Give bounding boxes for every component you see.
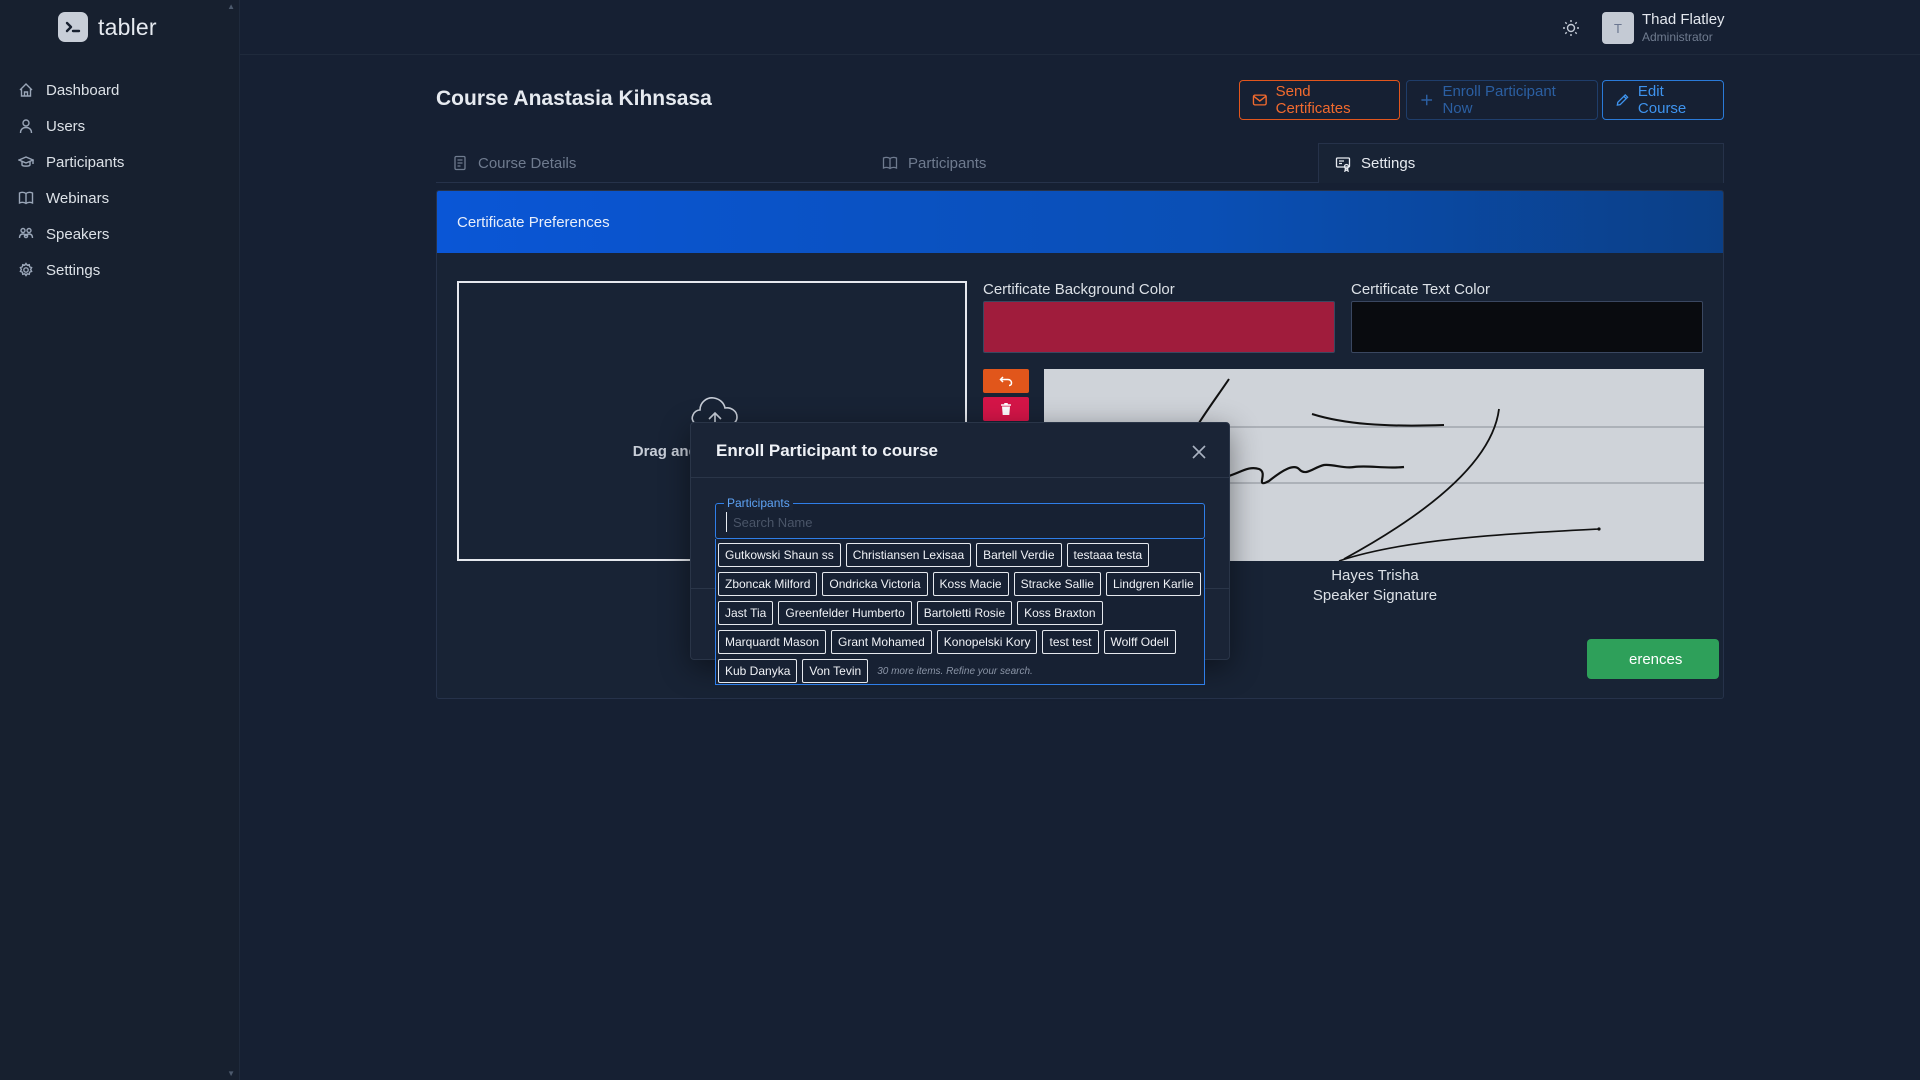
participant-option[interactable]: Jast Tia bbox=[718, 601, 774, 625]
more-items-note: 30 more items. Refine your search. bbox=[877, 665, 1033, 677]
sidebar-item-users[interactable]: Users bbox=[0, 108, 240, 144]
user-icon bbox=[19, 119, 33, 134]
pencil-icon bbox=[1616, 93, 1629, 106]
participant-option[interactable]: testaaa testa bbox=[1066, 543, 1150, 567]
participant-option[interactable]: Konopelski Kory bbox=[936, 630, 1038, 654]
participants-field-legend: Participants bbox=[724, 496, 793, 510]
brand-name: tabler bbox=[98, 13, 157, 40]
trash-icon bbox=[1001, 403, 1011, 415]
sidebar-item-label: Settings bbox=[46, 261, 101, 279]
enroll-participant-label: Enroll Participant Now bbox=[1442, 83, 1556, 117]
gear-icon bbox=[19, 262, 33, 277]
participant-option[interactable]: Marquardt Mason bbox=[718, 630, 827, 654]
sidebar-nav: Dashboard Users Participants Webinars Sp… bbox=[0, 72, 240, 288]
participant-option[interactable]: Gutkowski Shaun ss bbox=[718, 543, 841, 567]
sidebar-item-speakers[interactable]: Speakers bbox=[0, 216, 240, 252]
tab-label: Course Details bbox=[478, 154, 577, 172]
user-role: Administrator bbox=[1642, 30, 1713, 44]
avatar[interactable]: T bbox=[1602, 12, 1634, 44]
book-icon bbox=[18, 191, 34, 205]
background-color-label: Certificate Background Color bbox=[983, 281, 1175, 298]
participant-option[interactable]: Von Tevin bbox=[802, 659, 869, 683]
sidebar-item-webinars[interactable]: Webinars bbox=[0, 180, 240, 216]
edit-course-button[interactable]: Edit Course bbox=[1602, 80, 1724, 120]
user-name[interactable]: Thad Flatley bbox=[1642, 11, 1725, 28]
participant-options-dropdown: Gutkowski Shaun ss Christiansen Lexisaa … bbox=[715, 539, 1205, 685]
close-icon[interactable] bbox=[1190, 443, 1208, 461]
edit-course-label: Edit Course bbox=[1637, 83, 1687, 117]
text-color-picker[interactable] bbox=[1351, 301, 1703, 353]
enroll-participant-button[interactable]: Enroll Participant Now bbox=[1406, 80, 1598, 120]
send-certificates-button[interactable]: Send Certificates bbox=[1239, 80, 1400, 120]
terminal-logo-icon bbox=[58, 12, 88, 42]
participant-option[interactable]: Wolff Odell bbox=[1103, 630, 1176, 654]
page-title: Course Anastasia Kihnsasa bbox=[436, 87, 712, 110]
plus-icon bbox=[1421, 94, 1433, 106]
participant-option[interactable]: Christiansen Lexisaa bbox=[845, 543, 972, 567]
home-icon bbox=[19, 83, 33, 97]
mail-icon bbox=[1252, 94, 1267, 106]
tab-label: Participants bbox=[908, 154, 987, 172]
sidebar-item-label: Webinars bbox=[46, 189, 110, 207]
participant-option[interactable]: Kub Danyka bbox=[718, 659, 798, 683]
signature-undo-button[interactable] bbox=[983, 369, 1029, 393]
tab-settings[interactable]: Settings bbox=[1318, 143, 1724, 183]
scroll-up-arrow[interactable]: ▲ bbox=[227, 2, 235, 11]
topbar: T Thad Flatley Administrator bbox=[240, 0, 1920, 55]
participant-option[interactable]: Grant Mohamed bbox=[831, 630, 932, 654]
participant-option[interactable]: Ondricka Victoria bbox=[822, 572, 928, 596]
tab-participants[interactable]: Participants bbox=[866, 143, 1296, 183]
school-icon bbox=[18, 156, 34, 167]
brand[interactable]: tabler bbox=[58, 12, 157, 42]
sun-icon[interactable] bbox=[1561, 18, 1581, 38]
file-text-icon bbox=[454, 155, 466, 171]
participant-option[interactable]: Greenfelder Humberto bbox=[778, 601, 912, 625]
participants-field: Participants bbox=[715, 496, 1205, 539]
tab-label: Settings bbox=[1361, 155, 1416, 172]
scroll-down-arrow[interactable]: ▼ bbox=[227, 1069, 235, 1078]
sidebar-item-label: Participants bbox=[46, 153, 125, 171]
save-preferences-label: erences bbox=[1629, 650, 1683, 668]
participant-option[interactable]: Bartoletti Rosie bbox=[916, 601, 1013, 625]
modal-divider bbox=[691, 477, 1229, 478]
participant-option[interactable]: Bartell Verdie bbox=[976, 543, 1062, 567]
course-tabs: Course Details Participants Settings bbox=[436, 143, 1724, 183]
sidebar-item-participants[interactable]: Participants bbox=[0, 144, 240, 180]
participant-option[interactable]: Zboncak Milford bbox=[718, 572, 818, 596]
send-certificates-label: Send Certificates bbox=[1275, 83, 1351, 117]
participant-option[interactable]: test test bbox=[1042, 630, 1099, 654]
background-color-picker[interactable] bbox=[983, 301, 1335, 353]
undo-icon bbox=[999, 376, 1013, 387]
modal-title: Enroll Participant to course bbox=[716, 441, 938, 460]
participant-option[interactable]: Koss Macie bbox=[932, 572, 1009, 596]
sidebar: ▲ tabler Dashboard Users Participants We… bbox=[0, 0, 240, 1080]
speaker-name: Hayes Trisha bbox=[1331, 567, 1419, 584]
save-preferences-button[interactable]: erences bbox=[1587, 639, 1719, 679]
participant-option[interactable]: Koss Braxton bbox=[1017, 601, 1103, 625]
participant-option[interactable]: Lindgren Karlie bbox=[1105, 572, 1201, 596]
tab-course-details[interactable]: Course Details bbox=[436, 143, 866, 183]
text-color-label: Certificate Text Color bbox=[1351, 281, 1490, 298]
signature-delete-button[interactable] bbox=[983, 397, 1029, 421]
participant-option[interactable]: Stracke Sallie bbox=[1013, 572, 1101, 596]
sidebar-item-label: Users bbox=[46, 117, 86, 135]
book-icon bbox=[882, 156, 898, 170]
sidebar-item-label: Speakers bbox=[46, 225, 110, 243]
certificate-icon bbox=[1335, 156, 1351, 172]
speaker-role: Speaker Signature bbox=[1312, 587, 1438, 604]
sidebar-item-settings[interactable]: Settings bbox=[0, 252, 240, 288]
sidebar-item-label: Dashboard bbox=[46, 81, 120, 99]
participant-search-input[interactable] bbox=[726, 512, 1166, 532]
users-group-icon bbox=[18, 227, 34, 239]
sidebar-item-dashboard[interactable]: Dashboard bbox=[0, 72, 240, 108]
card-title: Certificate Preferences bbox=[437, 191, 1723, 253]
